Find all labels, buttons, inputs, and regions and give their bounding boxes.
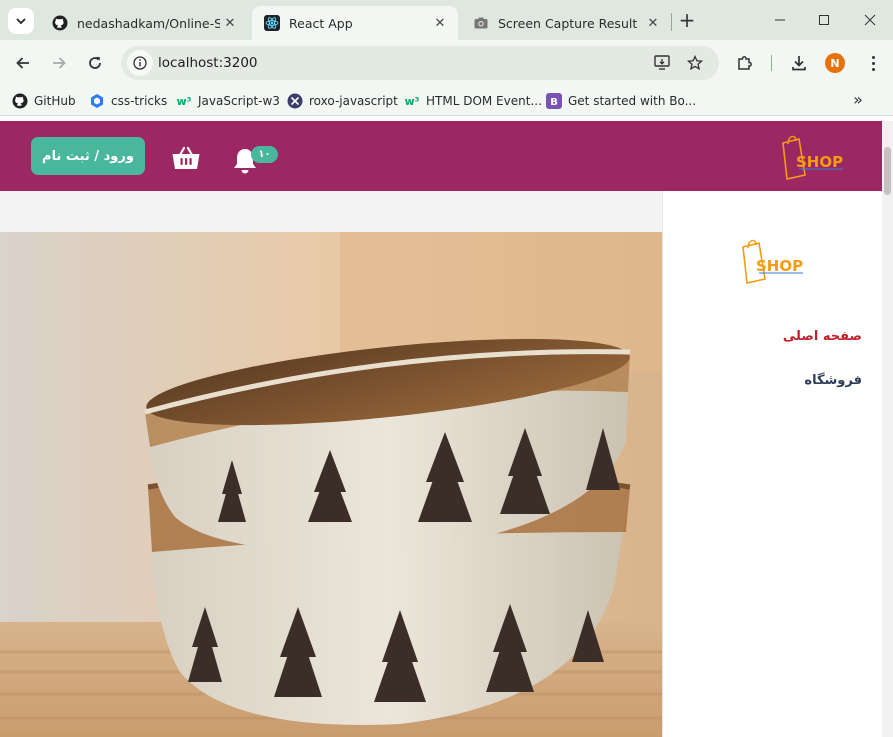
- tab-screen-capture[interactable]: Screen Capture Result ✕: [461, 6, 671, 40]
- window-close-icon[interactable]: [856, 8, 884, 32]
- tab-divider: [671, 13, 672, 31]
- tab-search-button[interactable]: [8, 8, 34, 34]
- install-app-icon[interactable]: [653, 53, 673, 73]
- browser-toolbar: localhost:3200 N: [0, 40, 893, 86]
- minimize-icon[interactable]: [766, 8, 794, 32]
- w3-icon: w³: [404, 94, 420, 108]
- forward-icon[interactable]: [46, 50, 72, 76]
- bookmarks-overflow-button[interactable]: »: [848, 90, 868, 110]
- tab-title: Screen Capture Result: [498, 15, 638, 31]
- page-viewport: ورود / ثبت نام ۱۰ SHOP SHOP صفحه اصلی فر…: [0, 121, 893, 737]
- bookmark-roxo-javascript[interactable]: roxo-javascript: [287, 92, 398, 110]
- svg-text:B: B: [550, 97, 558, 108]
- css-tricks-icon: [89, 93, 105, 109]
- bookmark-github[interactable]: GitHub: [12, 92, 76, 110]
- w3-icon: w³: [176, 94, 192, 108]
- site-info-icon[interactable]: [127, 50, 153, 76]
- tab-strip: nedashadkam/Online-Shop ✕ React App ✕ Sc…: [0, 0, 893, 40]
- notification-badge: ۱۰: [251, 146, 278, 163]
- logo-text: SHOP: [796, 153, 843, 171]
- bookmark-label: css-tricks: [111, 94, 168, 108]
- login-register-button[interactable]: ورود / ثبت نام: [31, 137, 145, 175]
- url-text[interactable]: localhost:3200: [158, 55, 258, 71]
- basket-icon[interactable]: [171, 145, 201, 171]
- ceramic-bowls-illustration: [0, 232, 662, 737]
- react-icon: [264, 15, 280, 31]
- bookmark-label: Get started with Bo...: [568, 94, 697, 108]
- download-icon[interactable]: [788, 52, 810, 74]
- scrollbar-thumb[interactable]: [884, 147, 891, 195]
- camera-icon: [473, 15, 489, 31]
- bookmark-label: roxo-javascript: [309, 94, 398, 108]
- address-bar[interactable]: localhost:3200: [121, 46, 719, 80]
- nav-shop[interactable]: فروشگاه: [804, 373, 862, 388]
- github-icon: [12, 93, 28, 109]
- menu-icon[interactable]: [866, 52, 880, 74]
- main-content: [0, 191, 662, 737]
- bookmark-html-dom-events[interactable]: w³ HTML DOM Event...: [404, 92, 542, 110]
- reload-icon[interactable]: [82, 50, 108, 76]
- shop-logo[interactable]: SHOP: [737, 235, 809, 287]
- bookmarks-bar: GitHub css-tricks w³ JavaScript-w3 roxo-…: [0, 86, 893, 116]
- sidebar: SHOP صفحه اصلی فروشگاه: [662, 191, 882, 737]
- logo-text: SHOP: [756, 257, 803, 275]
- chevron-down-icon: [16, 18, 26, 25]
- tab-title: React App: [289, 15, 353, 31]
- close-icon[interactable]: ✕: [430, 13, 450, 33]
- maximize-icon[interactable]: [810, 8, 838, 32]
- back-icon[interactable]: [10, 50, 36, 76]
- hero-image: [0, 232, 662, 737]
- bookmark-star-icon[interactable]: [685, 53, 705, 73]
- close-icon[interactable]: ✕: [220, 13, 240, 33]
- bookmark-css-tricks[interactable]: css-tricks: [89, 92, 167, 110]
- extensions-icon[interactable]: [734, 52, 756, 74]
- bookmark-label: JavaScript-w3: [198, 94, 280, 108]
- bookmark-javascript-w3[interactable]: w³ JavaScript-w3: [176, 92, 280, 110]
- toolbar-divider: [771, 55, 772, 71]
- tab-github[interactable]: nedashadkam/Online-Shop ✕: [40, 6, 248, 40]
- roxo-icon: [287, 93, 303, 109]
- page-scrollbar[interactable]: [882, 121, 893, 737]
- bookmark-label: HTML DOM Event...: [426, 94, 542, 108]
- bootstrap-icon: B: [546, 93, 562, 109]
- bookmark-label: GitHub: [34, 94, 76, 108]
- site-header: ورود / ثبت نام ۱۰ SHOP: [0, 121, 882, 191]
- profile-avatar[interactable]: N: [825, 53, 845, 73]
- tab-react-app[interactable]: React App ✕: [252, 6, 458, 40]
- close-icon[interactable]: ✕: [643, 13, 663, 33]
- bookmark-bootstrap[interactable]: B Get started with Bo...: [546, 92, 696, 110]
- shop-logo[interactable]: SHOP: [777, 131, 849, 183]
- new-tab-button[interactable]: +: [676, 10, 698, 32]
- github-icon: [52, 15, 68, 31]
- nav-home[interactable]: صفحه اصلی: [783, 329, 862, 344]
- tab-title: nedashadkam/Online-Shop: [77, 15, 220, 31]
